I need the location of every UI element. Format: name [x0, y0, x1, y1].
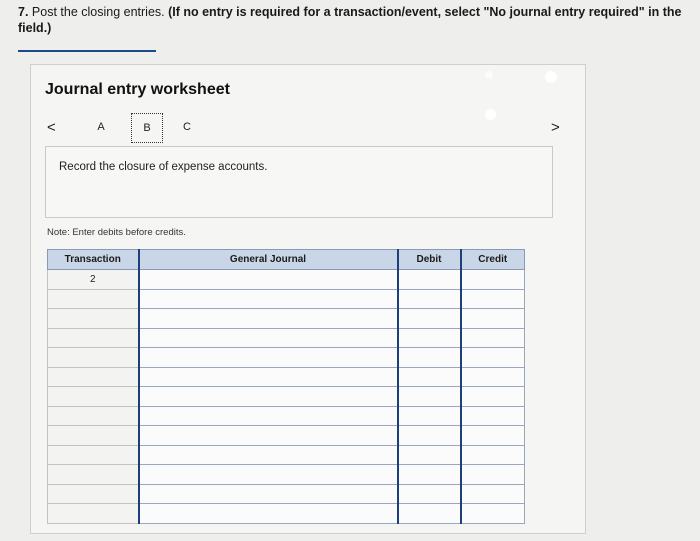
general-journal-cell[interactable] [137, 405, 399, 426]
debit-cell[interactable] [397, 347, 462, 368]
transaction-cell [47, 366, 139, 387]
transaction-cell [47, 503, 139, 524]
tab-a[interactable]: A [89, 117, 113, 137]
journal-table-header: Transaction General Journal Debit Credit [47, 249, 525, 270]
transaction-cell [47, 327, 139, 348]
general-journal-cell[interactable] [137, 327, 399, 348]
credit-cell[interactable] [460, 503, 525, 524]
general-journal-cell[interactable] [137, 386, 399, 407]
debit-cell[interactable] [397, 464, 462, 485]
transaction-cell [47, 483, 139, 504]
question-number: 7. [18, 5, 29, 19]
transaction-cell [47, 308, 139, 329]
question-body: Post the closing entries. [28, 5, 169, 19]
next-entry-chevron-icon[interactable]: > [551, 119, 560, 136]
table-row [47, 288, 525, 309]
question-text: 7. Post the closing entries. (If no entr… [18, 4, 700, 36]
debit-cell[interactable] [397, 503, 462, 524]
table-row [47, 327, 525, 348]
table-row [47, 425, 525, 446]
table-row [47, 366, 525, 387]
credit-cell[interactable] [460, 327, 525, 348]
credit-cell[interactable] [460, 444, 525, 465]
debit-cell[interactable] [397, 327, 462, 348]
credit-cell[interactable] [460, 386, 525, 407]
credit-cell[interactable] [460, 308, 525, 329]
debit-cell[interactable] [397, 288, 462, 309]
table-row [47, 386, 525, 407]
tab-c[interactable]: C [175, 117, 199, 137]
journal-table: Transaction General Journal Debit Credit… [47, 249, 525, 524]
transaction-cell [47, 405, 139, 426]
credit-cell[interactable] [460, 405, 525, 426]
general-journal-cell[interactable] [137, 366, 399, 387]
credit-cell[interactable] [460, 366, 525, 387]
note-text: Note: Enter debits before credits. [47, 227, 186, 238]
debit-cell[interactable] [397, 386, 462, 407]
general-journal-cell[interactable] [137, 483, 399, 504]
general-journal-cell[interactable] [137, 425, 399, 446]
general-journal-cell[interactable] [137, 464, 399, 485]
general-journal-cell[interactable] [137, 308, 399, 329]
table-row [47, 405, 525, 426]
table-row [47, 503, 525, 524]
debit-cell[interactable] [397, 308, 462, 329]
transaction-cell [47, 444, 139, 465]
debit-cell[interactable] [397, 405, 462, 426]
question-instruction-line1: (If no entry is required for a transacti… [168, 5, 682, 19]
transaction-cell [47, 347, 139, 368]
credit-cell[interactable] [460, 269, 525, 290]
glare-spot [545, 71, 557, 83]
debit-cell[interactable] [397, 483, 462, 504]
table-row [47, 464, 525, 485]
journal-entry-worksheet: Journal entry worksheet < A B C > Record… [30, 64, 586, 534]
question-divider [18, 50, 156, 52]
debit-cell[interactable] [397, 444, 462, 465]
table-row [47, 444, 525, 465]
credit-cell[interactable] [460, 288, 525, 309]
table-row: 2 [47, 269, 525, 290]
instruction-box: Record the closure of expense accounts. [45, 146, 553, 218]
general-journal-header: General Journal [137, 249, 399, 270]
debit-header: Debit [397, 249, 462, 270]
journal-table-body: 2 [47, 269, 525, 524]
transaction-cell [47, 464, 139, 485]
glare-spot [485, 71, 493, 79]
table-row [47, 347, 525, 368]
general-journal-cell[interactable] [137, 503, 399, 524]
debit-cell[interactable] [397, 269, 462, 290]
credit-cell[interactable] [460, 464, 525, 485]
transaction-cell [47, 288, 139, 309]
glare-spot [485, 109, 496, 120]
question-instruction-line2: field.) [18, 21, 52, 35]
transaction-header: Transaction [47, 249, 139, 270]
credit-cell[interactable] [460, 425, 525, 446]
table-row [47, 308, 525, 329]
general-journal-cell[interactable] [137, 347, 399, 368]
credit-cell[interactable] [460, 483, 525, 504]
transaction-cell: 2 [47, 269, 139, 290]
credit-header: Credit [460, 249, 525, 270]
credit-cell[interactable] [460, 347, 525, 368]
table-row [47, 483, 525, 504]
general-journal-cell[interactable] [137, 269, 399, 290]
general-journal-cell[interactable] [137, 444, 399, 465]
general-journal-cell[interactable] [137, 288, 399, 309]
debit-cell[interactable] [397, 366, 462, 387]
debit-cell[interactable] [397, 425, 462, 446]
instruction-text: Record the closure of expense accounts. [59, 161, 268, 173]
previous-entry-chevron-icon[interactable]: < [47, 119, 56, 136]
transaction-cell [47, 386, 139, 407]
transaction-cell [47, 425, 139, 446]
tab-b[interactable]: B [131, 113, 163, 143]
worksheet-title: Journal entry worksheet [45, 81, 230, 98]
